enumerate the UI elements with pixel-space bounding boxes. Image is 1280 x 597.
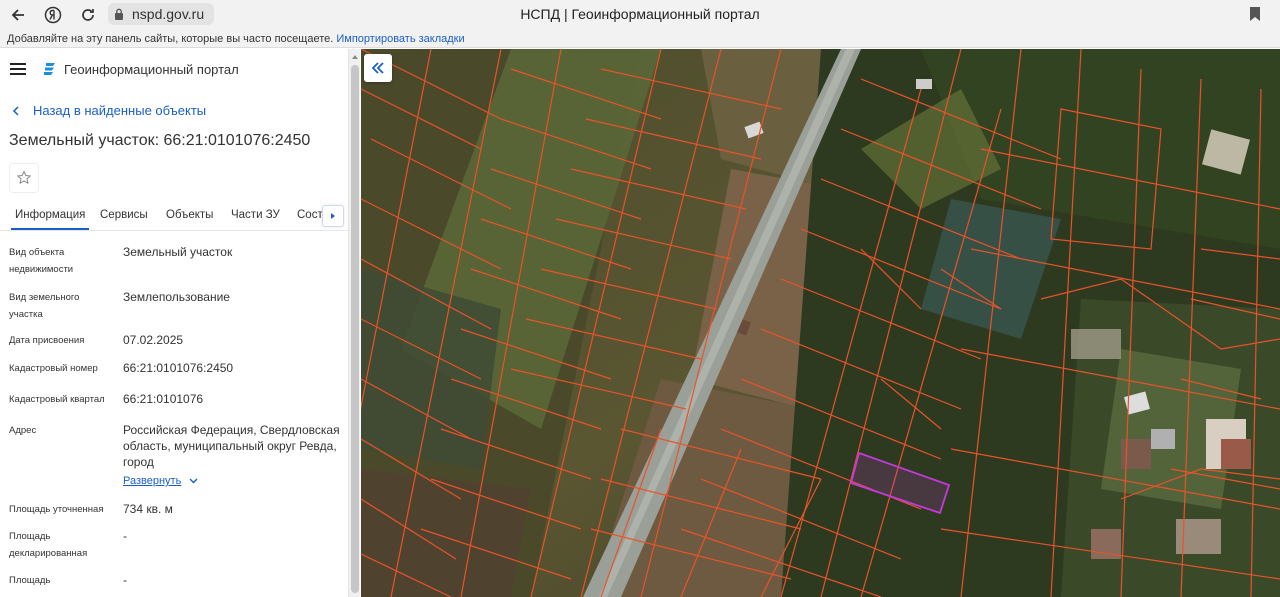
tab-objects[interactable]: Объекты bbox=[166, 209, 213, 221]
panel-scrollbar[interactable] bbox=[348, 49, 360, 597]
prop-value: 66:21:0101076:2450 bbox=[123, 361, 234, 375]
star-icon bbox=[16, 170, 32, 185]
map-view[interactable] bbox=[361, 49, 1280, 597]
prop-value: 66:21:0101076 bbox=[123, 392, 204, 406]
chevron-down-icon bbox=[189, 478, 198, 484]
prop-label: Площадь уточненная bbox=[9, 504, 104, 515]
lock-icon bbox=[115, 8, 123, 20]
prop-label: Кадастровый номер bbox=[9, 363, 98, 374]
yandex-icon[interactable] bbox=[41, 3, 65, 27]
back-to-results-link[interactable]: Назад в найденные объекты bbox=[12, 103, 206, 118]
menu-icon[interactable] bbox=[10, 63, 26, 75]
tab-composition[interactable]: Сост bbox=[297, 209, 323, 221]
object-tabs: Информация Сервисы Объекты Части ЗУ Сост bbox=[0, 201, 348, 231]
back-link-label: Назад в найденные объекты bbox=[33, 103, 207, 118]
prop-label: Вид земельного участка bbox=[9, 292, 80, 320]
prop-label: Дата присвоения bbox=[9, 335, 85, 346]
prop-label: Вид объекта недвижимости bbox=[9, 247, 74, 275]
collapse-panel-button[interactable] bbox=[364, 54, 392, 82]
reload-icon[interactable] bbox=[76, 3, 100, 27]
app-header: Геоинформационный портал bbox=[10, 61, 239, 77]
portal-logo-icon bbox=[44, 63, 55, 75]
tab-info[interactable]: Информация bbox=[10, 209, 90, 230]
prop-label: Адрес bbox=[9, 425, 37, 436]
favorite-button[interactable] bbox=[9, 163, 39, 193]
bookmarks-hint: Добавляйте на эту панель сайты, которые … bbox=[7, 33, 334, 45]
url-text: nspd.gov.ru bbox=[132, 6, 205, 22]
object-info-panel: Геоинформационный портал Назад в найденн… bbox=[0, 49, 348, 597]
bookmarks-bar: Добавляйте на эту панель сайты, которые … bbox=[0, 30, 1280, 48]
prop-value: - bbox=[123, 529, 127, 543]
prop-value: 07.02.2025 bbox=[123, 333, 184, 347]
prop-value: Землепользование bbox=[123, 290, 230, 304]
object-title: Земельный участок: 66:21:0101076:2450 bbox=[9, 132, 311, 149]
bookmark-icon[interactable] bbox=[1248, 6, 1262, 22]
prop-value: Земельный участок bbox=[123, 245, 233, 259]
prop-value: Российская Федерация, Свердловская облас… bbox=[123, 422, 343, 489]
expand-address-link[interactable]: Развернуть bbox=[123, 473, 198, 489]
satellite-map[interactable] bbox=[361, 49, 1280, 597]
prop-label: Площадь bbox=[9, 575, 51, 586]
prop-value: - bbox=[123, 573, 127, 587]
tab-parts[interactable]: Части ЗУ bbox=[231, 209, 280, 221]
address-text: Российская Федерация, Свердловская облас… bbox=[123, 423, 340, 469]
import-bookmarks-link[interactable]: Импортировать закладки bbox=[336, 33, 464, 45]
browser-toolbar: nspd.gov.ru НСПД | Геоинформационный пор… bbox=[0, 0, 1280, 30]
expand-label: Развернуть bbox=[123, 475, 182, 487]
chevron-left-icon bbox=[12, 105, 19, 116]
tab-services[interactable]: Сервисы bbox=[100, 209, 148, 221]
prop-label: Кадастровый квартал bbox=[9, 394, 105, 405]
address-bar[interactable]: nspd.gov.ru bbox=[108, 3, 214, 25]
tabs-scroll-right-button[interactable] bbox=[322, 205, 344, 227]
double-chevron-left-icon bbox=[371, 62, 384, 74]
prop-value: 734 кв. м bbox=[123, 502, 173, 516]
chevron-right-icon bbox=[331, 213, 335, 219]
back-icon[interactable] bbox=[6, 3, 30, 27]
scrollbar-thumb[interactable] bbox=[351, 65, 359, 593]
prop-label: Площадь декларированная bbox=[9, 531, 88, 559]
scroll-up-arrow-icon[interactable] bbox=[352, 55, 358, 59]
app-title: Геоинформационный портал bbox=[64, 61, 239, 77]
